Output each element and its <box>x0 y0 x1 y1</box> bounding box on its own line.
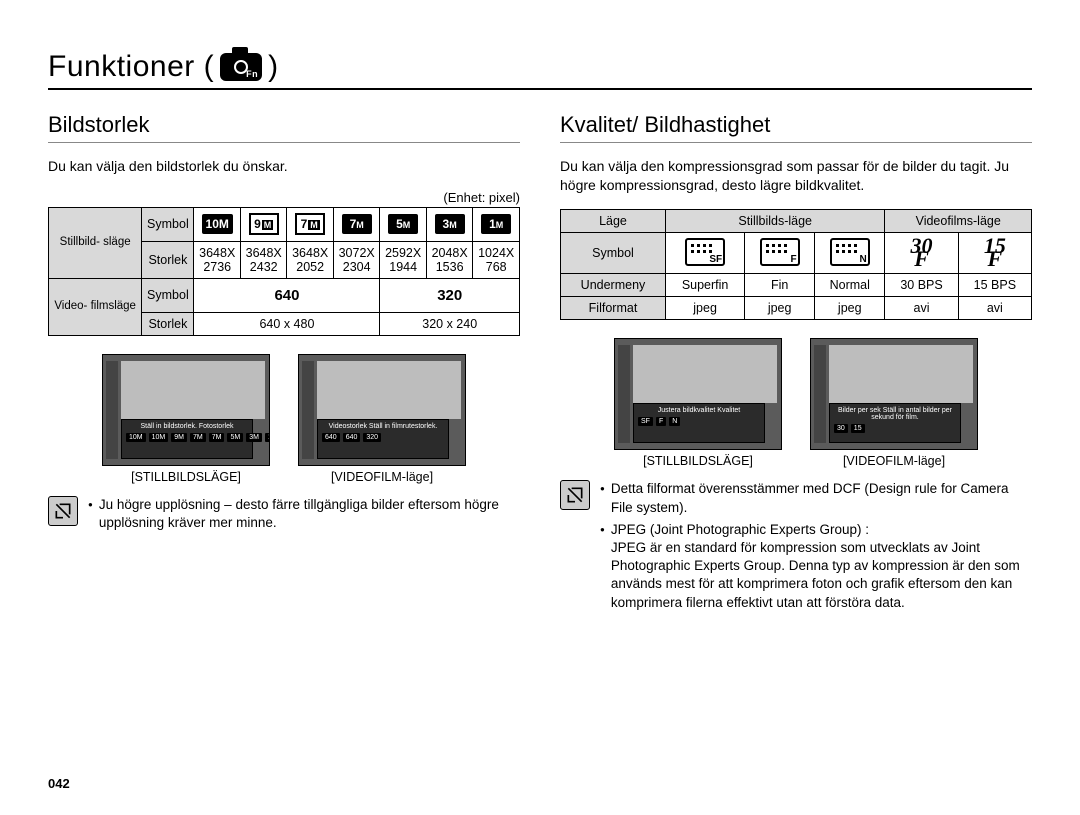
fmt-2: jpeg <box>815 297 885 320</box>
still-size-4: 2592X1944 <box>380 241 426 278</box>
q-sym-0: SF <box>665 232 744 274</box>
q-sym-1: F <box>745 232 815 274</box>
still-sym-5: 3M <box>426 207 472 241</box>
still-size-0: 3648X2736 <box>194 241 240 278</box>
sub-2: Normal <box>815 274 885 297</box>
fmt-4: avi <box>958 297 1031 320</box>
fmt-3: avi <box>885 297 958 320</box>
right-note-2: JPEG (Joint Photographic Experts Group) … <box>611 521 1032 612</box>
page-number: 042 <box>48 776 70 791</box>
mode-video: Videofilms-läge <box>885 209 1032 232</box>
still-sym-4: 5M <box>380 207 426 241</box>
right-heading: Kvalitet/ Bildhastighet <box>560 112 1032 143</box>
right-note: Detta filformat överensstämmer med DCF (… <box>560 480 1032 616</box>
preview-still-r: Justera bildkvalitet Kvalitet SFFN [STIL… <box>614 338 782 468</box>
right-column: Kvalitet/ Bildhastighet Du kan välja den… <box>560 112 1032 616</box>
video-mode-head: Video- filmsläge <box>49 278 142 335</box>
right-previews: Justera bildkvalitet Kvalitet SFFN [STIL… <box>560 338 1032 468</box>
symbol-head: Symbol <box>142 207 194 241</box>
sym-head: Symbol <box>561 232 666 274</box>
q-sym-2: N <box>815 232 885 274</box>
still-sym-6: 1M <box>473 207 520 241</box>
fmt-0: jpeg <box>665 297 744 320</box>
left-column: Bildstorlek Du kan välja den bildstorlek… <box>48 112 520 616</box>
left-note: Ju högre upplösning – desto färre tillgä… <box>48 496 520 536</box>
still-sym-0: 10M <box>194 207 240 241</box>
still-size-5: 2048X1536 <box>426 241 472 278</box>
note-icon <box>560 480 590 510</box>
sub-1: Fin <box>745 274 815 297</box>
video-size-head: Storlek <box>142 312 194 335</box>
still-size-1: 3648X2432 <box>240 241 286 278</box>
mode-still: Stillbilds-läge <box>665 209 884 232</box>
video-sym-1: 320 <box>380 278 520 312</box>
sub-0: Superfin <box>665 274 744 297</box>
title-prefix: Funktioner ( <box>48 50 214 84</box>
video-sym-0: 640 <box>194 278 380 312</box>
sub-3: 30 BPS <box>885 274 958 297</box>
page-title: Funktioner ( Fn ) <box>48 50 1032 90</box>
left-previews: Ställ in bildstorlek. Fotostorlek 10M10M… <box>48 354 520 484</box>
sub-4: 15 BPS <box>958 274 1031 297</box>
left-note-text: Ju högre upplösning – desto färre tillgä… <box>99 496 520 532</box>
fmt-1: jpeg <box>745 297 815 320</box>
preview-label-r0: [STILLBILDSLÄGE] <box>643 454 753 468</box>
submenu-head: Undermeny <box>561 274 666 297</box>
quality-table: Läge Stillbilds-läge Videofilms-läge Sym… <box>560 209 1032 321</box>
video-size-0: 640 x 480 <box>194 312 380 335</box>
still-size-6: 1024X768 <box>473 241 520 278</box>
still-size-2: 3648X2052 <box>287 241 333 278</box>
size-head: Storlek <box>142 241 194 278</box>
camera-fn-icon: Fn <box>220 53 262 81</box>
preview-label-1: [VIDEOFILM-läge] <box>331 470 433 484</box>
mode-head: Läge <box>561 209 666 232</box>
preview-still: Ställ in bildstorlek. Fotostorlek 10M10M… <box>102 354 270 484</box>
unit-label: (Enhet: pixel) <box>48 190 520 205</box>
still-mode-head: Stillbild- släge <box>49 207 142 278</box>
preview-label-r1: [VIDEOFILM-läge] <box>843 454 945 468</box>
preview-label-0: [STILLBILDSLÄGE] <box>131 470 241 484</box>
still-size-3: 3072X2304 <box>333 241 379 278</box>
still-sym-2: 7M <box>287 207 333 241</box>
still-sym-3: 7M <box>333 207 379 241</box>
still-sym-1: 9M <box>240 207 286 241</box>
right-intro: Du kan välja den kompressionsgrad som pa… <box>560 157 1032 195</box>
preview-video: Videostorlek Ställ in filmrutestorlek. 6… <box>298 354 466 484</box>
right-note-1: Detta filformat överensstämmer med DCF (… <box>611 480 1032 516</box>
note-icon <box>48 496 78 526</box>
video-symbol-head: Symbol <box>142 278 194 312</box>
title-suffix: ) <box>268 50 279 84</box>
video-size-1: 320 x 240 <box>380 312 520 335</box>
q-sym-3: 30F <box>885 232 958 274</box>
preview-video-r: Bilder per sek Ställ in antal bilder per… <box>810 338 978 468</box>
format-head: Filformat <box>561 297 666 320</box>
left-intro: Du kan välja den bildstorlek du önskar. <box>48 157 520 176</box>
image-size-table: Stillbild- släge Symbol 10M 9M 7M 7M 5M … <box>48 207 520 336</box>
left-heading: Bildstorlek <box>48 112 520 143</box>
q-sym-4: 15F <box>958 232 1031 274</box>
